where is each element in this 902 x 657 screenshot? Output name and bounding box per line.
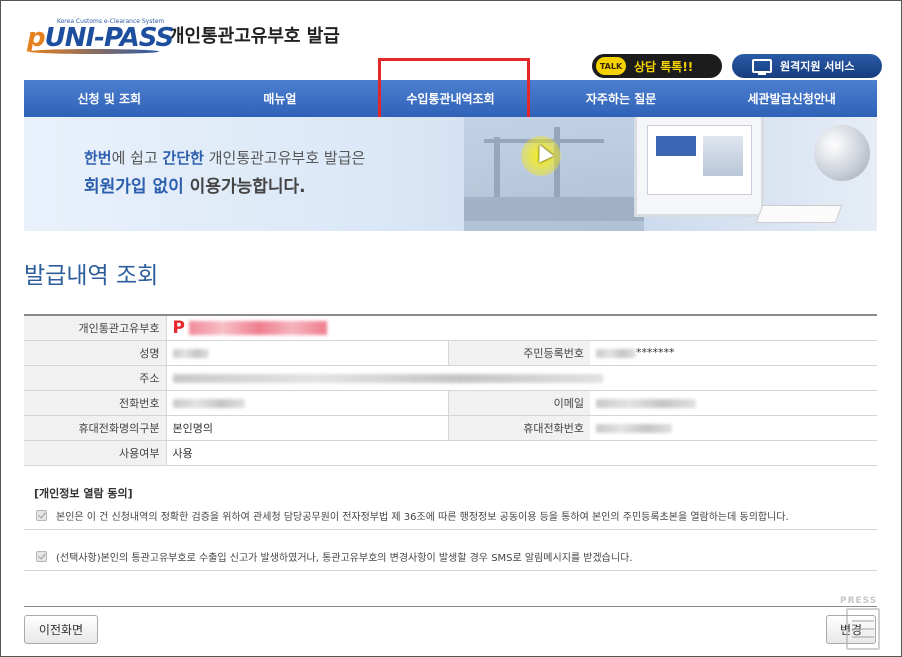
site-title: 개인통관고유부호 발급 (168, 26, 340, 47)
consent-text-rrn: 본인은 이 건 신청내역의 정확한 검증을 위하여 관세청 담당공무원이 전자정… (56, 512, 789, 523)
mouse-cursor-icon (521, 136, 561, 176)
monitor-icon (752, 59, 772, 75)
consent-text-sms: (선택사항)본인의 통관고유부호로 수출입 신고가 발생하였거나, 통관고유부호… (56, 553, 633, 564)
rrn-label: 주민등록번호 (447, 340, 590, 366)
phone-value (165, 390, 448, 416)
book-illustration (755, 205, 843, 223)
address-label: 주소 (24, 365, 166, 391)
email-value (590, 390, 877, 416)
consent-item-rrn: 본인은 이 건 신청내역의 정확한 검증을 위하여 관세청 담당공무원이 전자정… (24, 502, 877, 530)
press-watermark-icon: PRESS (840, 596, 896, 654)
mobile-value (590, 415, 877, 441)
consent-item-sms: (선택사항)본인의 통관고유부호로 수출입 신고가 발생하였거나, 통관고유부호… (24, 543, 877, 571)
name-label: 성명 (24, 340, 166, 366)
globe-illustration (814, 125, 870, 181)
redacted-block (172, 373, 603, 383)
address-value (165, 365, 877, 391)
consent-checkbox-sms[interactable] (36, 551, 47, 562)
mobile-owner-label: 휴대전화명의구분 (24, 415, 166, 441)
consent-checkbox-rrn[interactable] (36, 510, 47, 521)
talk-consult-label: 상담 톡톡!! (634, 59, 694, 74)
rrn-value: ******* (590, 340, 877, 366)
table-row: 주소 (24, 365, 877, 391)
banner-line-1: 한번에 쉽고 간단한 개인통관고유부호 발급은 (84, 149, 366, 167)
nav-item-apply-inquiry[interactable]: 신청 및 조회 (24, 80, 195, 117)
port-illustration (464, 117, 644, 231)
logo-mark: Korea Customs e-Clearance System pUNI-PA… (27, 17, 174, 57)
consent-title: [개인정보 열람 동의] (34, 487, 133, 500)
remote-support-button[interactable]: 원격지원 서비스 (732, 54, 882, 78)
nav-item-faq[interactable]: 자주하는 질문 (536, 80, 707, 117)
email-label: 이메일 (447, 390, 590, 416)
nav-item-manual[interactable]: 매뉴얼 (195, 80, 366, 117)
redacted-block (596, 398, 696, 408)
mobile-label: 휴대전화번호 (447, 415, 590, 441)
banner-line-2: 회원가입 없이 이용가능합니다. (84, 177, 306, 197)
issuance-info-table: 개인통관고유부호 P 성명 주민등록번호 ******* 주소 전화번호 이메일… (24, 314, 877, 466)
redacted-block (596, 423, 672, 433)
redacted-block (188, 320, 327, 335)
remote-support-label: 원격지원 서비스 (780, 60, 855, 73)
usage-value: 사용 (165, 440, 877, 466)
table-row: 개인통관고유부호 P (24, 315, 877, 341)
table-row: 휴대전화명의구분 본인명의 휴대전화번호 (24, 415, 877, 441)
usage-label: 사용여부 (24, 440, 166, 466)
logo-swoosh (29, 49, 159, 54)
talk-bubble-icon: TALK (596, 57, 626, 75)
nav-item-customs-guide[interactable]: 세관발급신청안내 (706, 80, 877, 117)
table-row: 사용여부 사용 (24, 440, 877, 466)
name-value (165, 340, 448, 366)
table-row: 전화번호 이메일 (24, 390, 877, 416)
unipass-logo[interactable]: Korea Customs e-Clearance System pUNI-PA… (27, 17, 340, 57)
page-title: 발급내역 조회 (24, 263, 159, 289)
table-row: 성명 주민등록번호 ******* (24, 340, 877, 366)
divider (24, 606, 877, 607)
redacted-block (596, 348, 636, 358)
customs-code-label: 개인통관고유부호 (24, 315, 166, 341)
customs-code-value: P (165, 315, 877, 341)
laptop-illustration (634, 117, 764, 217)
promo-banner: 한번에 쉽고 간단한 개인통관고유부호 발급은 회원가입 없이 이용가능합니다. (24, 117, 877, 231)
talk-consult-button[interactable]: TALK 상담 톡톡!! (592, 54, 722, 78)
redacted-block (172, 348, 209, 358)
redacted-block (172, 398, 245, 408)
phone-label: 전화번호 (24, 390, 166, 416)
previous-screen-button[interactable]: 이전화면 (24, 615, 98, 644)
mobile-owner-value: 본인명의 (165, 415, 448, 441)
